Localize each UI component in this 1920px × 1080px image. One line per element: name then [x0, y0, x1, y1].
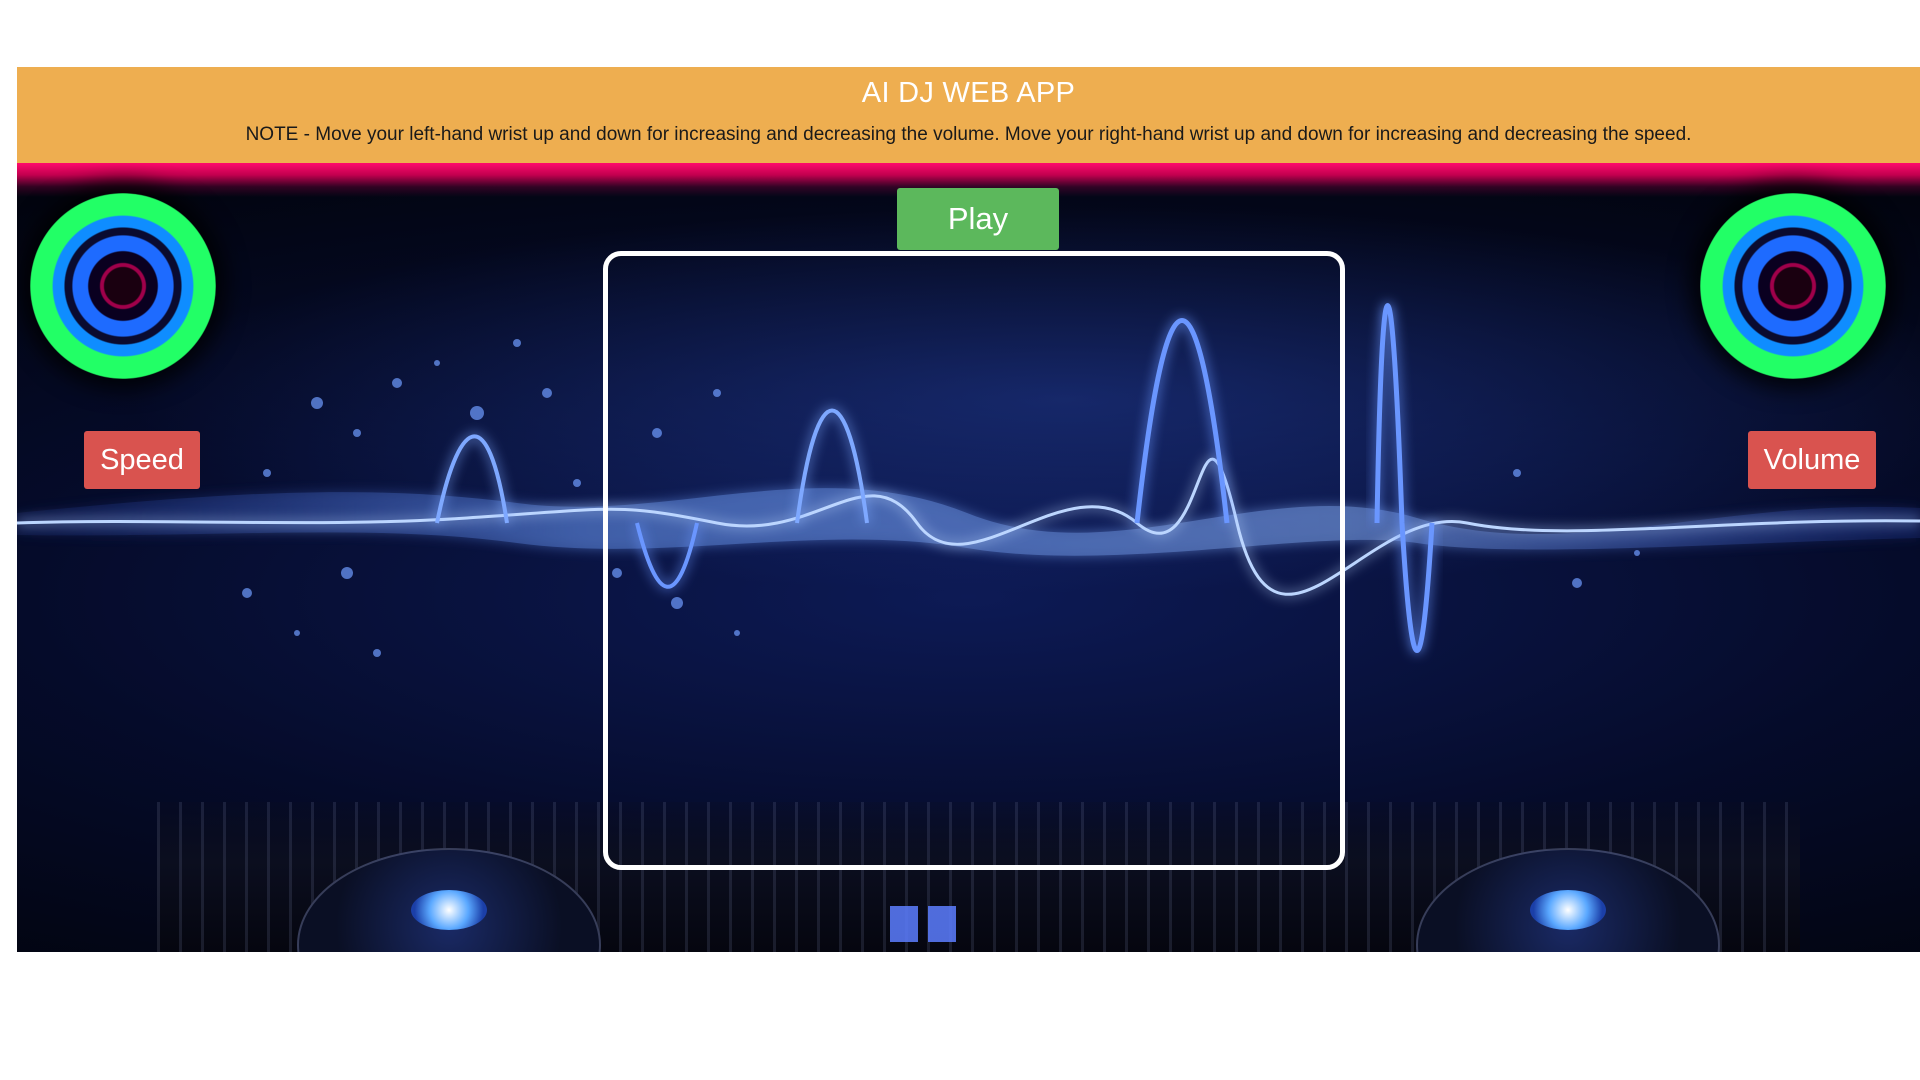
platter-hub	[411, 890, 487, 930]
pad-grid	[890, 906, 956, 942]
left-turntable-platter	[297, 848, 601, 952]
play-button[interactable]: Play	[897, 188, 1059, 250]
right-turntable-platter	[1416, 848, 1720, 952]
platter-hub	[1530, 890, 1606, 930]
volume-button[interactable]: Volume	[1748, 431, 1876, 489]
speaker-glow-icon	[30, 193, 216, 379]
ai-dj-app: AI DJ WEB APP NOTE - Move your left-hand…	[17, 67, 1920, 952]
wave-spike-4	[1374, 303, 1435, 653]
speed-button[interactable]: Speed	[84, 431, 200, 489]
instructions-note: NOTE - Move your left-hand wrist up and …	[245, 124, 1692, 145]
app-header: AI DJ WEB APP NOTE - Move your left-hand…	[17, 67, 1920, 163]
page-title: AI DJ WEB APP	[861, 77, 1076, 109]
speaker-glow-icon	[1700, 193, 1886, 379]
webcam-canvas-frame	[603, 251, 1345, 870]
